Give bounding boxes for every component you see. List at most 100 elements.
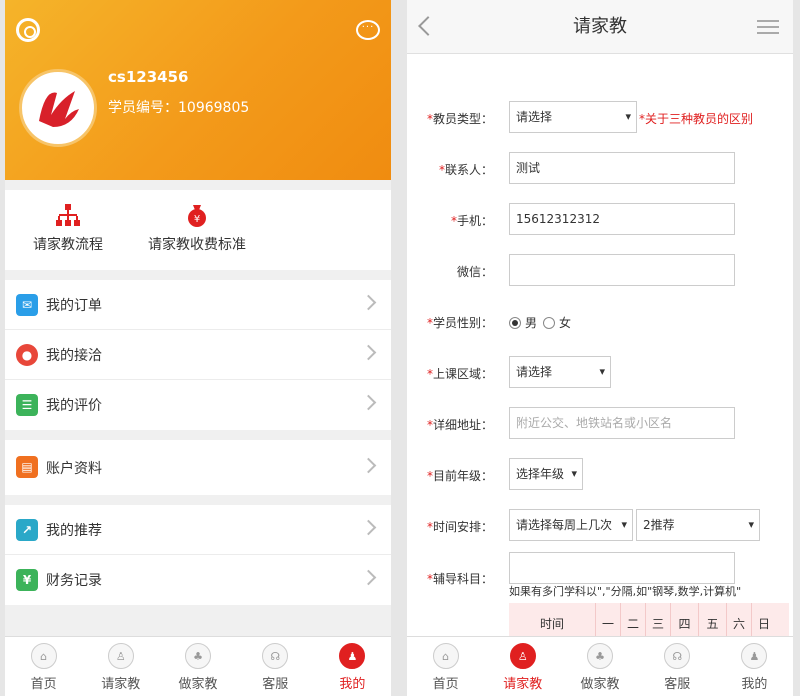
student-id: 学员编号：10969805 xyxy=(108,100,250,116)
field-label: 微信： xyxy=(456,265,493,279)
username: cs123456 xyxy=(108,68,189,86)
share-icon: ↗ xyxy=(16,519,38,541)
hamburger-menu-icon[interactable] xyxy=(757,20,779,34)
tab-label: 请家教 xyxy=(101,677,141,692)
envelope-icon: ✉ xyxy=(16,294,38,316)
field-label: 目前年级： xyxy=(432,469,493,483)
field-label: 联系人： xyxy=(444,163,493,177)
menu-item-label: 我的评价 xyxy=(46,398,102,414)
tab-be-tutor[interactable]: ♣ 做家教 xyxy=(561,637,638,696)
area-row: *上课区域： 请选择 xyxy=(407,356,793,390)
nav-bar: 请家教 xyxy=(407,0,793,54)
table-header-cell: 二 xyxy=(620,603,645,639)
menu-item-label: 我的推荐 xyxy=(46,522,102,539)
contact-input[interactable]: 测试 xyxy=(509,152,735,184)
user-icon: ♟ xyxy=(741,643,768,669)
hire-tutor-screen: 请家教 *教员类型： 请选择 *关于三种教员的区别 *联系人： 测试 *手机： … xyxy=(407,0,793,696)
menu-item-my-referrals[interactable]: ↗ 我的推荐 xyxy=(5,505,391,555)
tab-hire-tutor[interactable]: ♙ 请家教 xyxy=(82,637,159,696)
money-bag-icon: ¥ xyxy=(188,205,206,227)
user-icon: ♟ xyxy=(339,643,366,669)
menu-item-my-orders[interactable]: ✉ 我的订单 xyxy=(5,280,391,330)
settings-gear-icon[interactable] xyxy=(16,18,40,42)
tab-service[interactable]: ☊ 客服 xyxy=(237,637,314,696)
wechat-input[interactable] xyxy=(509,254,735,286)
quick-links: 请家教流程 ¥ 请家教收费标准 xyxy=(5,190,391,270)
subject-row: *辅导科目： xyxy=(407,552,793,586)
table-header-cell: 日 xyxy=(751,603,776,639)
table-header-cell: 四 xyxy=(670,603,698,639)
field-label: 手机： xyxy=(456,214,493,228)
menu-group-orders: ✉ 我的订单 ● 我的接洽 ☰ 我的评价 xyxy=(5,280,391,430)
menu-group-finance: ↗ 我的推荐 ¥ 财务记录 xyxy=(5,505,391,605)
tab-home[interactable]: ⌂ 首页 xyxy=(407,637,484,696)
tab-service[interactable]: ☊ 客服 xyxy=(639,637,716,696)
back-arrow-icon[interactable] xyxy=(418,16,438,36)
schedule-frequency-select[interactable]: 请选择每周上几次 xyxy=(509,509,633,541)
chevron-right-icon xyxy=(360,569,377,586)
schedule-table-header: 时间 一 二 三 四 五 六 日 xyxy=(509,603,789,639)
field-label: 上课区域： xyxy=(432,367,493,381)
tab-label: 我的 xyxy=(339,677,366,692)
people-icon: ● xyxy=(16,344,38,366)
table-header-cell: 五 xyxy=(698,603,726,639)
bottom-tab-bar: ⌂ 首页 ♙ 请家教 ♣ 做家教 ☊ 客服 ♟ 我的 xyxy=(5,636,391,696)
address-input[interactable]: 附近公交、地铁站名或小区名 xyxy=(509,407,735,439)
grade-select[interactable]: 选择年级 xyxy=(509,458,583,490)
contact-row: *联系人： 测试 xyxy=(407,152,793,186)
tab-mine[interactable]: ♟ 我的 xyxy=(716,637,793,696)
field-label: 学员性别： xyxy=(432,316,493,330)
radio-unchecked-icon xyxy=(543,316,555,329)
table-header-cell: 时间 xyxy=(539,617,564,631)
tab-label: 首页 xyxy=(432,677,459,692)
field-label: 时间安排： xyxy=(432,520,493,534)
tab-label: 我的 xyxy=(741,677,768,692)
menu-item-account-info[interactable]: ▤ 账户资料 xyxy=(5,440,391,495)
quick-link-label: 请家教收费标准 xyxy=(148,237,246,253)
id-card-icon: ☰ xyxy=(16,394,38,416)
tab-be-tutor[interactable]: ♣ 做家教 xyxy=(159,637,236,696)
org-chart-icon xyxy=(56,204,80,226)
profile-header: ··· cs123456 学员编号：10969805 xyxy=(5,0,391,180)
hire-process-link[interactable]: 请家教流程 xyxy=(33,202,103,254)
phone-input[interactable]: 15612312312 xyxy=(509,203,735,235)
tab-hire-tutor[interactable]: ♙ 请家教 xyxy=(484,637,561,696)
teacher-type-row: *教员类型： 请选择 *关于三种教员的区别 xyxy=(407,101,793,135)
table-header-cell: 一 xyxy=(595,603,620,639)
chevron-right-icon xyxy=(360,294,377,311)
tab-label: 请家教 xyxy=(503,677,543,692)
tab-mine[interactable]: ♟ 我的 xyxy=(314,637,391,696)
schedule-recommend-select[interactable]: 2推荐 xyxy=(636,509,760,541)
area-select[interactable]: 请选择 xyxy=(509,356,611,388)
tab-label: 首页 xyxy=(30,677,57,692)
radio-label: 男 xyxy=(525,316,538,330)
chevron-right-icon xyxy=(360,457,377,474)
tab-home[interactable]: ⌂ 首页 xyxy=(5,637,82,696)
radio-label: 女 xyxy=(559,316,572,330)
subject-input[interactable] xyxy=(509,552,735,584)
subject-note: 如果有多门学科以","分隔,如"钢琴,数学,计算机" xyxy=(509,585,742,598)
teacher-type-hint-link[interactable]: *关于三种教员的区别 xyxy=(639,110,753,127)
tab-label: 做家教 xyxy=(580,677,620,692)
menu-item-label: 我的订单 xyxy=(46,297,102,314)
menu-item-finance-records[interactable]: ¥ 财务记录 xyxy=(5,555,391,605)
chevron-right-icon xyxy=(360,519,377,536)
chat-bubble-icon[interactable]: ··· xyxy=(356,20,380,40)
tab-label: 做家教 xyxy=(178,677,218,692)
gender-radio-female[interactable]: 女 xyxy=(543,314,571,331)
chevron-right-icon xyxy=(360,344,377,361)
tab-label: 客服 xyxy=(262,677,289,692)
user-search-icon: ♙ xyxy=(107,643,134,669)
menu-item-label: 账户资料 xyxy=(46,460,102,477)
menu-item-my-contacts[interactable]: ● 我的接洽 xyxy=(5,330,391,380)
wechat-row: 微信： xyxy=(407,254,793,288)
gender-radio-male[interactable]: 男 xyxy=(509,314,537,331)
menu-item-my-reviews[interactable]: ☰ 我的评价 xyxy=(5,380,391,430)
avatar[interactable] xyxy=(19,69,97,147)
menu-group-account: ▤ 账户资料 xyxy=(5,440,391,495)
page-title: 请家教 xyxy=(573,16,627,37)
user-search-icon: ♙ xyxy=(509,643,536,669)
fee-standard-link[interactable]: ¥ 请家教收费标准 xyxy=(148,202,246,254)
table-header-cell: 三 xyxy=(645,603,670,639)
teacher-type-select[interactable]: 请选择 xyxy=(509,101,637,133)
